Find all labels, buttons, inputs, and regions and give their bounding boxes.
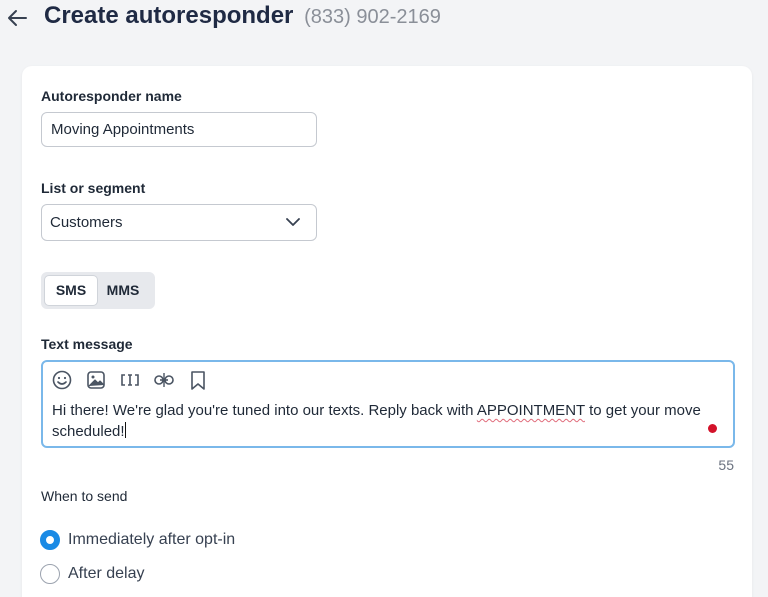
autoresponder-name-input[interactable] [41,112,317,147]
emoji-icon[interactable] [51,369,73,391]
phone-number: (833) 902-2169 [304,6,441,28]
status-dot [708,424,717,433]
message-text[interactable]: Hi there! We're glad you're tuned into o… [52,400,712,442]
radio-after-delay-label: After delay [68,565,145,582]
message-text-part1: Hi there! We're glad you're tuned into o… [52,402,477,419]
when-to-send-label: When to send [41,488,128,504]
autoresponder-form-card: Autoresponder name List or segment Custo… [22,66,752,597]
link-icon[interactable] [153,369,175,391]
page-title-text: Create autoresponder [44,2,294,29]
channel-toggle: SMS MMS [41,272,155,309]
text-caret [124,422,126,438]
page-header: Create autoresponder (833) 902-2169 [0,0,768,36]
back-arrow-icon[interactable] [6,8,28,28]
name-label: Autoresponder name [41,88,182,104]
mms-tab[interactable]: MMS [99,276,147,305]
list-segment-value: Customers [50,214,123,231]
list-segment-select[interactable]: Customers [41,204,317,241]
radio-immediately-control[interactable] [40,530,60,550]
image-icon[interactable] [85,369,107,391]
character-counter: 55 [718,457,734,473]
radio-after-delay-control[interactable] [40,564,60,584]
merge-field-icon[interactable] [119,369,141,391]
radio-immediately-label: Immediately after opt-in [68,531,236,548]
text-message-editor[interactable]: Hi there! We're glad you're tuned into o… [41,360,735,448]
chevron-down-icon [286,218,300,226]
page-title: Create autoresponder (833) 902-2169 [44,2,441,30]
list-label: List or segment [41,180,146,196]
bookmark-icon[interactable] [187,369,209,391]
message-label: Text message [41,336,133,352]
sms-tab[interactable]: SMS [45,276,97,305]
keyword-text: APPOINTMENT [476,402,585,419]
